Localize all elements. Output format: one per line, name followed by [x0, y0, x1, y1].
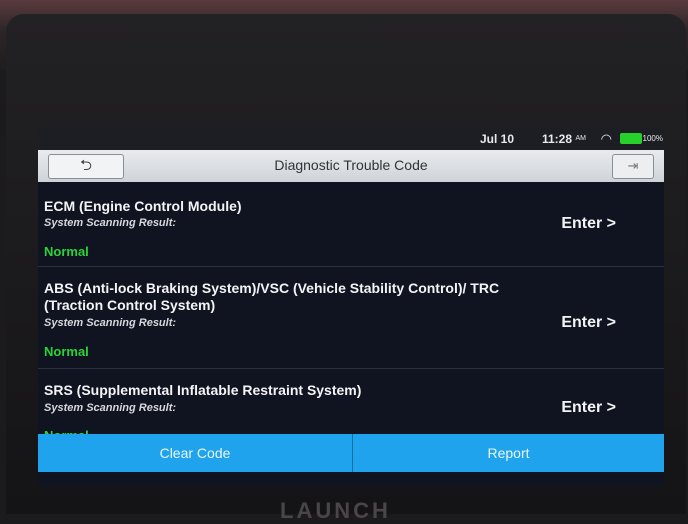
system-name: ABS (Anti-lock Braking System)/VSC (Vehi… — [44, 280, 500, 313]
page-title: Diagnostic Trouble Code — [274, 157, 428, 173]
scan-status-normal: Normal — [44, 244, 89, 259]
system-row-abs[interactable]: ABS (Anti-lock Braking System)/VSC (Vehi… — [38, 266, 664, 369]
scan-result-label: System Scanning Result: — [44, 217, 177, 229]
report-button[interactable]: Report — [353, 434, 664, 472]
status-date: Jul 10 — [479, 132, 514, 146]
system-name: SRS (Supplemental Inflatable Restraint S… — [44, 382, 362, 398]
exit-button[interactable]: ⇥ — [612, 154, 654, 179]
enter-button-srs[interactable]: Enter > — [561, 399, 616, 417]
clear-code-button[interactable]: Clear Code — [38, 434, 353, 472]
enter-button-abs[interactable]: Enter > — [561, 314, 616, 332]
enter-button-ecm[interactable]: Enter > — [561, 215, 616, 233]
wifi-icon: ◠ — [600, 131, 612, 146]
scan-result-label: System Scanning Result: — [44, 317, 177, 329]
exit-icon: ⇥ — [627, 158, 639, 173]
scan-status-normal: Normal — [44, 344, 89, 359]
battery-percent: 100% — [642, 134, 663, 143]
scan-result-label: System Scanning Result: — [44, 402, 177, 414]
header-bar: ⮌ Diagnostic Trouble Code ⇥ — [38, 150, 664, 182]
status-bar: Jul 10 11:28 AM ◠ 100% — [38, 128, 664, 150]
system-name: ECM (Engine Control Module) — [44, 198, 242, 214]
status-ampm: AM — [575, 135, 587, 142]
device-screen: Jul 10 11:28 AM ◠ 100% ⮌ Diagnostic Trou… — [38, 128, 664, 486]
brand-logo: LAUNCH — [280, 498, 391, 523]
status-time: 11:28 — [541, 132, 572, 146]
battery-icon — [620, 133, 642, 144]
system-row-ecm[interactable]: ECM (Engine Control Module) System Scann… — [38, 182, 664, 267]
action-bar: Clear Code Report — [38, 434, 664, 472]
